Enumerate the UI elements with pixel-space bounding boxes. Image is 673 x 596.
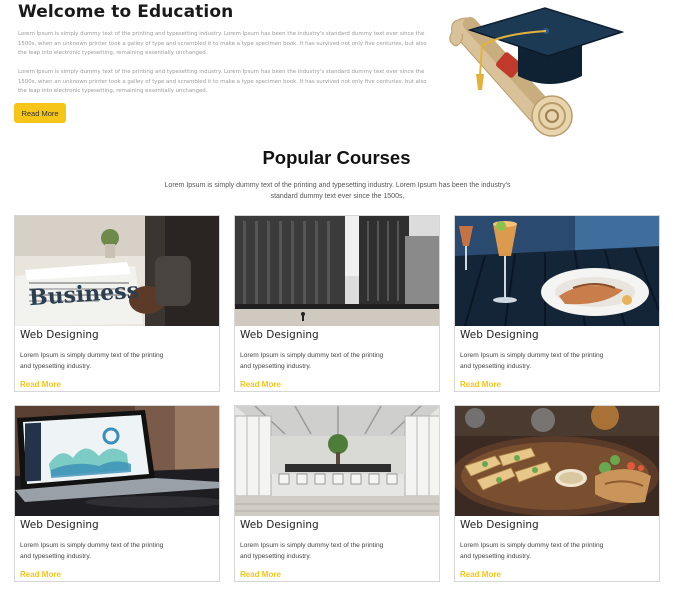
course-read-more-link[interactable]: Read More	[240, 380, 281, 389]
course-description: Lorem Ipsum is simply dummy text of the …	[240, 352, 384, 370]
course-card: Web Designing Lorem Ipsum is simply dumm…	[454, 215, 660, 392]
course-read-more-link[interactable]: Read More	[460, 380, 501, 389]
hero-read-more-button[interactable]: Read More	[14, 103, 66, 123]
course-card: Web Designing Lorem Ipsum is simply dumm…	[234, 405, 440, 582]
course-title: Web Designing	[20, 329, 99, 341]
course-title: Web Designing	[460, 329, 539, 341]
graduation-cap-diploma-icon	[449, 7, 625, 137]
course-card: Business Web Designing Lorem Ipsum is si…	[14, 215, 220, 392]
course-card: Web Designing Lorem Ipsum is simply dumm…	[234, 215, 440, 392]
course-read-more-link[interactable]: Read More	[460, 570, 501, 579]
course-description: Lorem Ipsum is simply dummy text of the …	[240, 542, 384, 560]
course-description: Lorem Ipsum is simply dummy text of the …	[460, 542, 604, 560]
course-read-more-link[interactable]: Read More	[20, 570, 61, 579]
course-title: Web Designing	[460, 519, 539, 531]
course-card: Web Designing Lorem Ipsum is simply dumm…	[14, 405, 220, 582]
course-title: Web Designing	[20, 519, 99, 531]
course-title: Web Designing	[240, 329, 319, 341]
hero-title: Welcome to Education	[18, 2, 234, 22]
restaurant-meal-photo	[455, 216, 659, 326]
course-description: Lorem Ipsum is simply dummy text of the …	[20, 352, 164, 370]
course-card: Web Designing Lorem Ipsum is simply dumm…	[454, 405, 660, 582]
hero-section: Welcome to Education Lorem Ipsum is simp…	[0, 0, 673, 137]
cafeteria-interior-photo	[235, 406, 439, 516]
course-read-more-link[interactable]: Read More	[20, 380, 61, 389]
office-buildings-photo	[235, 216, 439, 326]
hero-paragraph-2: Lorem Ipsum is simply dummy text of the …	[18, 69, 427, 94]
course-description: Lorem Ipsum is simply dummy text of the …	[460, 352, 604, 370]
food-platter-photo	[455, 406, 659, 516]
course-title: Web Designing	[240, 519, 319, 531]
business-newspaper-photo: Business	[15, 216, 219, 326]
popular-courses-title: Popular Courses	[262, 147, 411, 168]
laptop-analytics-photo	[15, 406, 219, 516]
course-read-more-link[interactable]: Read More	[240, 570, 281, 579]
popular-courses-subtitle: Lorem Ipsum is simply dummy text of the …	[164, 182, 511, 200]
course-description: Lorem Ipsum is simply dummy text of the …	[20, 542, 164, 560]
hero-paragraph-1: Lorem Ipsum is simply dummy text of the …	[18, 31, 427, 56]
